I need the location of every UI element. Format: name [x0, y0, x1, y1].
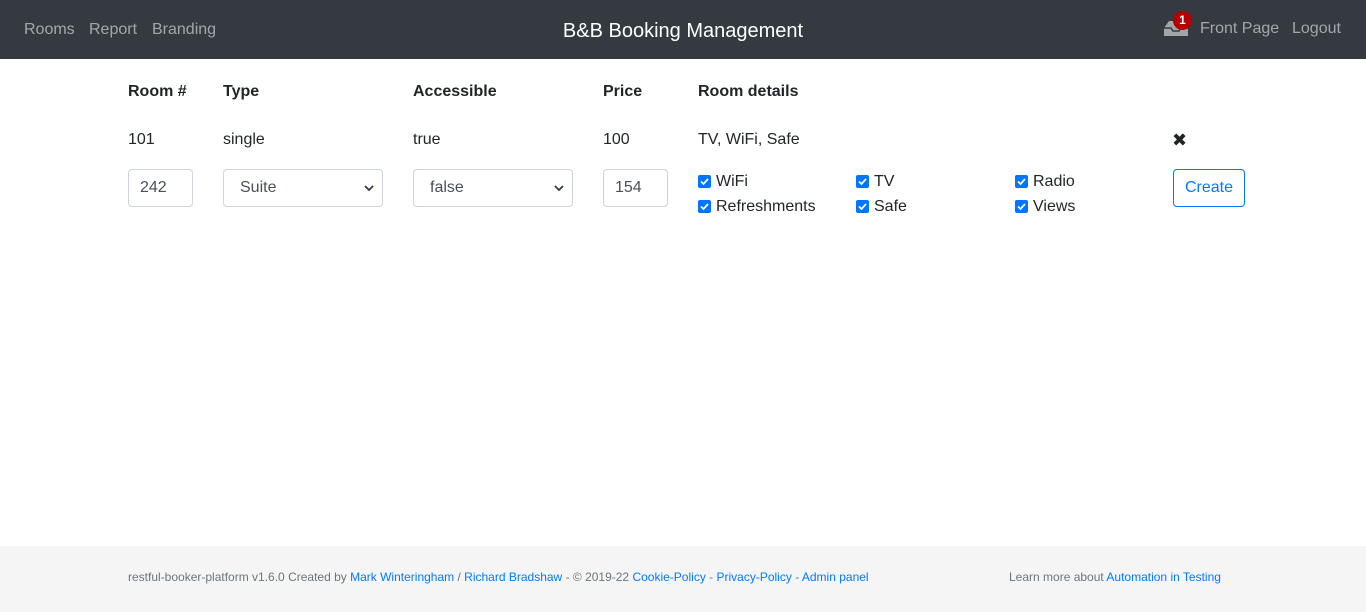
header-room-details: Room details [698, 83, 799, 100]
header-room-number: Room # [128, 83, 187, 100]
author-link-richard[interactable]: Richard Bradshaw [464, 570, 562, 584]
header-type: Type [223, 83, 260, 100]
views-checkbox[interactable] [1015, 200, 1028, 213]
accessible-selected: false [430, 179, 464, 196]
room-accessible: true [413, 131, 441, 148]
views-label: Views [1033, 198, 1076, 215]
automation-in-testing-link[interactable]: Automation in Testing [1106, 570, 1221, 584]
tv-label: TV [874, 173, 895, 190]
chevron-down-icon [554, 184, 564, 192]
room-price: 100 [603, 131, 630, 148]
wifi-label: WiFi [716, 173, 748, 190]
footer-credits: restful-booker-platform v1.6.0 Created b… [128, 569, 869, 585]
footer-dash: - [709, 570, 714, 584]
footer-learn-more: Learn more about Automation in Testing [1009, 569, 1221, 585]
footer-version-text: restful-booker-platform v1.6.0 Created b… [128, 570, 347, 584]
learn-more-text: Learn more about [1009, 570, 1104, 584]
delete-room-icon[interactable]: ✖ [1172, 131, 1187, 149]
create-room-button[interactable]: Create [1173, 169, 1245, 207]
refreshments-checkbox[interactable] [698, 200, 711, 213]
room-details: TV, WiFi, Safe [698, 131, 800, 148]
room-type-selected: Suite [240, 179, 277, 196]
tv-checkbox[interactable] [856, 175, 869, 188]
room-type: single [223, 131, 265, 148]
room-number: 101 [128, 131, 155, 148]
author-link-mark[interactable]: Mark Winteringham [350, 570, 454, 584]
navbar: Rooms Report Branding B&B Booking Manage… [0, 0, 1366, 59]
front-page-link[interactable]: Front Page [1200, 19, 1279, 39]
room-number-input[interactable] [128, 169, 193, 207]
footer-separator: / [457, 570, 461, 584]
room-type-select[interactable]: Suite [223, 169, 383, 207]
safe-label: Safe [874, 198, 907, 215]
refreshments-label: Refreshments [716, 198, 816, 215]
price-input[interactable] [603, 169, 668, 207]
cookie-policy-link[interactable]: Cookie-Policy [632, 570, 705, 584]
radio-label: Radio [1033, 173, 1075, 190]
notification-badge: 1 [1173, 11, 1192, 30]
footer-dash: - [795, 570, 800, 584]
admin-panel-link[interactable]: Admin panel [802, 570, 869, 584]
header-price: Price [603, 83, 643, 100]
chevron-down-icon [364, 184, 374, 192]
accessible-select[interactable]: false [413, 169, 573, 207]
header-accessible: Accessible [413, 83, 497, 100]
radio-checkbox[interactable] [1015, 175, 1028, 188]
privacy-policy-link[interactable]: Privacy-Policy [717, 570, 792, 584]
footer-copyright: - © 2019-22 [565, 570, 630, 584]
logout-link[interactable]: Logout [1292, 19, 1341, 39]
safe-checkbox[interactable] [856, 200, 869, 213]
wifi-checkbox[interactable] [698, 175, 711, 188]
